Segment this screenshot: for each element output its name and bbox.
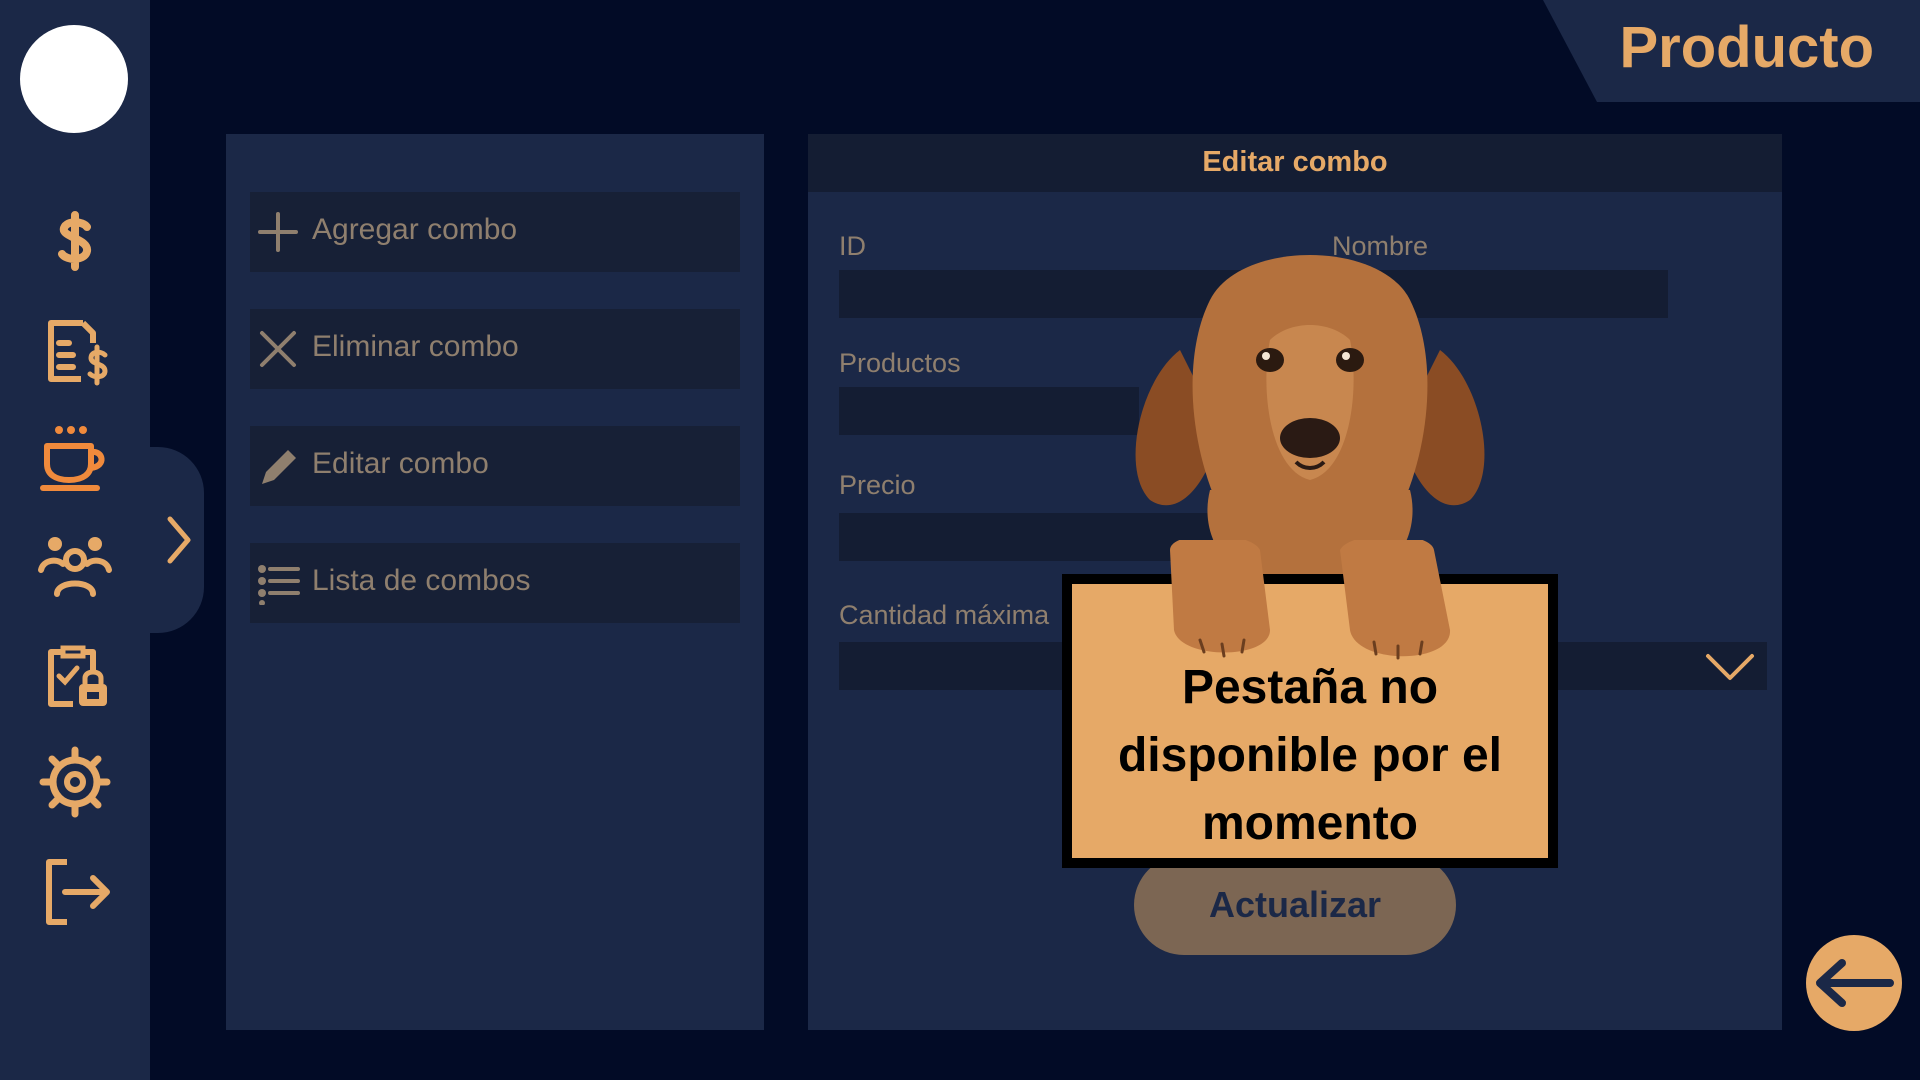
delete-combo-label: Eliminar combo [312, 330, 519, 363]
chevron-right-icon [167, 516, 191, 564]
clipboard-lock-icon[interactable] [37, 636, 113, 712]
page-title-tab: Producto [1543, 0, 1920, 102]
invoice-icon[interactable] [37, 313, 113, 389]
back-button[interactable] [1806, 935, 1902, 1031]
edit-combo-button[interactable]: Editar combo [250, 426, 740, 506]
cantidad-maxima-label: Cantidad máxima [839, 600, 1050, 630]
page-title: Producto [1619, 15, 1874, 80]
form-header: Editar combo [808, 134, 1782, 192]
people-icon[interactable] [37, 528, 113, 604]
productos-label: Productos [839, 348, 961, 378]
arrow-left-icon [1816, 959, 1894, 1007]
id-label: ID [839, 231, 866, 261]
list-icon [256, 561, 300, 605]
list-combos-label: Lista de combos [312, 564, 531, 597]
sidebar [0, 0, 150, 1080]
puppy-paws [1160, 535, 1460, 670]
add-combo-label: Agregar combo [312, 213, 518, 246]
coffee-cup-icon[interactable] [37, 420, 113, 496]
x-icon [256, 327, 300, 371]
add-combo-button[interactable]: Agregar combo [250, 192, 740, 272]
delete-combo-button[interactable]: Eliminar combo [250, 309, 740, 389]
edit-combo-label: Editar combo [312, 447, 489, 480]
logout-icon[interactable] [37, 854, 113, 930]
update-button[interactable]: Actualizar [1134, 855, 1456, 955]
pencil-icon [256, 444, 300, 488]
settings-gear-icon[interactable] [37, 744, 113, 820]
form-title: Editar combo [1202, 146, 1388, 178]
chevron-down-icon[interactable] [1704, 650, 1756, 684]
avatar[interactable] [20, 25, 128, 133]
precio-label: Precio [839, 470, 916, 500]
unavailable-message: Pestaña no disponible por el momento [1117, 661, 1503, 850]
plus-icon [256, 210, 300, 254]
list-combos-button[interactable]: Lista de combos [250, 543, 740, 623]
dollar-icon[interactable] [37, 203, 113, 279]
sidebar-expand-tab[interactable] [150, 447, 204, 633]
actions-panel: Agregar combo Eliminar combo Editar comb… [226, 134, 764, 1030]
